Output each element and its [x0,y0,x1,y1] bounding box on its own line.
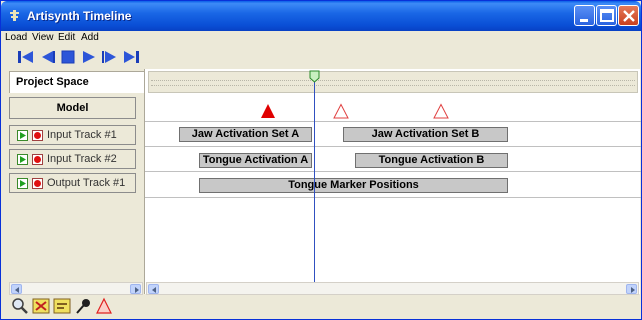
time-cursor-handle[interactable] [309,70,320,83]
track-play-icon[interactable] [17,154,28,165]
track-record-icon[interactable] [32,130,43,141]
play-icon[interactable] [80,48,98,66]
timeline-area[interactable]: Jaw Activation Set A Jaw Activation Set … [144,69,641,295]
track-play-icon[interactable] [17,130,28,141]
maximize-button[interactable] [596,5,617,26]
row-divider [145,197,641,198]
minimize-button[interactable] [574,5,595,26]
left-horizontal-scrollbar[interactable] [9,282,143,295]
step-back-icon[interactable] [38,48,56,66]
ruler-tick-line [151,80,635,81]
close-button[interactable] [618,5,639,26]
title-bar[interactable]: Artisynth Timeline [1,1,641,31]
track-play-icon[interactable] [17,178,28,189]
probe-tongue-activation-b[interactable]: Tongue Activation B [355,153,508,168]
magnifier-icon[interactable] [11,297,29,315]
row-divider [145,171,641,172]
probe-jaw-activation-b[interactable]: Jaw Activation Set B [343,127,508,142]
menu-view[interactable]: View [32,32,54,43]
playback-toolbar [2,46,640,68]
chevron-right-icon [631,287,635,293]
probe-tongue-marker-positions[interactable]: Tongue Marker Positions [199,178,508,193]
menu-load[interactable]: Load [5,32,27,43]
app-icon [10,10,19,21]
track-label: Input Track #2 [47,153,117,165]
waypoint-marker-outline[interactable] [333,103,349,119]
track-record-icon[interactable] [32,178,43,189]
menu-add[interactable]: Add [81,32,99,43]
step-forward-icon[interactable] [101,48,119,66]
track-item-input-2[interactable]: Input Track #2 [9,149,136,169]
time-cursor-line[interactable] [314,77,315,294]
track-item-output-1[interactable]: Output Track #1 [9,173,136,193]
fast-forward-icon[interactable] [122,48,140,66]
bottom-toolbar [2,295,640,319]
row-divider [145,121,641,122]
track-label: Input Track #1 [47,129,117,141]
row-divider [145,146,641,147]
scroll-left-arrow[interactable] [11,284,22,294]
waypoint-marker-outline[interactable] [433,103,449,119]
time-ruler[interactable] [148,71,638,93]
maximize-icon [600,9,614,22]
window-title: Artisynth Timeline [27,9,132,23]
minimize-icon [580,19,588,22]
project-space-tab[interactable]: Project Space [9,71,146,93]
ruler-tick-line [151,85,635,86]
close-icon [623,10,635,22]
chevron-left-icon [15,287,19,293]
waypoint-marker-filled[interactable] [260,103,276,119]
model-header[interactable]: Model [9,97,136,119]
rewind-icon[interactable] [17,48,35,66]
stop-icon[interactable] [59,48,77,66]
menu-edit[interactable]: Edit [58,32,75,43]
timeline-horizontal-scrollbar[interactable] [146,282,639,295]
track-item-input-1[interactable]: Input Track #1 [9,125,136,145]
track-list-panel: Project Space Model Input Track #1 Input… [2,69,146,295]
timeline-window: Artisynth Timeline Load View Edit Add Pr… [0,0,642,320]
chevron-left-icon [152,287,156,293]
marker-add-icon[interactable] [95,297,113,315]
scroll-right-arrow[interactable] [130,284,141,294]
probe-add-icon[interactable] [53,297,71,315]
track-label: Output Track #1 [47,177,126,189]
probe-tongue-activation-a[interactable]: Tongue Activation A [199,153,312,168]
scroll-left-arrow[interactable] [148,284,159,294]
probe-edit-icon[interactable] [32,297,50,315]
chevron-right-icon [135,287,139,293]
scroll-right-arrow[interactable] [626,284,637,294]
probe-jaw-activation-a[interactable]: Jaw Activation Set A [179,127,312,142]
track-record-icon[interactable] [32,154,43,165]
menu-bar: Load View Edit Add [2,31,640,45]
pin-icon[interactable] [74,297,92,315]
